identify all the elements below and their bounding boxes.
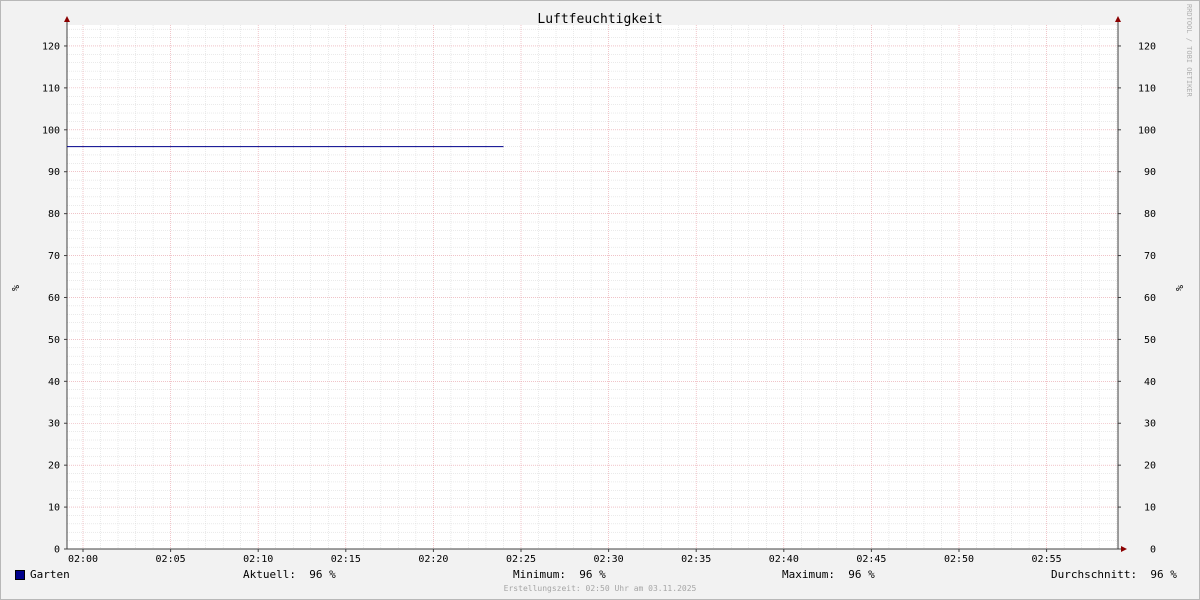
stat-average-value: 96 % — [1150, 568, 1177, 581]
legend-swatch — [15, 570, 25, 580]
stat-current: Aktuell: 96 % — [243, 568, 336, 581]
y-tick-label-left: 80 — [48, 209, 60, 220]
y-tick-label-right: 70 — [1144, 251, 1156, 262]
x-tick-label: 02:25 — [506, 554, 536, 565]
y-tick-label-right: 40 — [1144, 377, 1156, 388]
x-tick-label: 02:05 — [156, 554, 186, 565]
creation-timestamp: Erstellungszeit: 02:50 Uhr am 03.11.2025 — [503, 584, 697, 593]
stat-minimum-label: Minimum: — [513, 568, 566, 581]
legend: Garten Aktuell: 96 % Minimum: 96 % Maxim… — [0, 568, 1200, 584]
y-tick-label-left: 90 — [48, 167, 60, 178]
watermark: RRDTOOL / TOBI OETIKER — [1185, 4, 1193, 98]
x-tick-label: 02:10 — [243, 554, 273, 565]
y-tick-label-left: 100 — [42, 125, 60, 136]
y-tick-label-right: 50 — [1144, 335, 1156, 346]
y-tick-label-right: 110 — [1138, 83, 1156, 94]
stat-maximum-label: Maximum: — [782, 568, 835, 581]
x-tick-label: 02:40 — [769, 554, 799, 565]
stat-minimum: Minimum: 96 % — [513, 568, 606, 581]
y-tick-label-right: 10 — [1144, 503, 1156, 514]
plot-area — [67, 25, 1118, 549]
chart: 0 0 10 10 20 20 30 30 40 40 50 50 60 60 70 70 80 80 90 90 10… — [9, 4, 1193, 565]
y-tick-label-left: 30 — [48, 419, 60, 430]
x-tick-label: 02:50 — [944, 554, 974, 565]
y-axis-arrow-left — [64, 16, 70, 22]
legend-series-name: Garten — [30, 568, 70, 581]
y-tick-label-right: 100 — [1138, 125, 1156, 136]
x-tick-label: 02:45 — [856, 554, 886, 565]
y-tick-label-right: 80 — [1144, 209, 1156, 220]
y-tick-label-right: 20 — [1144, 461, 1156, 472]
y-tick-label-left: 110 — [42, 83, 60, 94]
chart-title: Luftfeuchtigkeit — [537, 12, 662, 27]
x-axis-arrow — [1121, 546, 1127, 552]
x-tick-label: 02:30 — [594, 554, 624, 565]
y-tick-label-right: 90 — [1144, 167, 1156, 178]
stat-current-label: Aktuell: — [243, 568, 296, 581]
x-tick-label: 02:15 — [331, 554, 361, 565]
x-tick-label: 02:00 — [68, 554, 98, 565]
stat-average-label: Durchschnitt: — [1051, 568, 1138, 581]
y-tick-label-left: 50 — [48, 335, 60, 346]
stat-minimum-value: 96 % — [579, 568, 606, 581]
y-axis-arrow-right — [1115, 16, 1121, 22]
y-tick-label-right: 0 — [1150, 545, 1156, 556]
y-tick-label-right: 60 — [1144, 293, 1156, 304]
y-tick-label-left: 40 — [48, 377, 60, 388]
y-axis-label-right: % — [1173, 285, 1184, 291]
stat-maximum: Maximum: 96 % — [782, 568, 875, 581]
y-tick-label-left: 60 — [48, 293, 60, 304]
y-tick-label-left: 70 — [48, 251, 60, 262]
y-tick-label-right: 30 — [1144, 419, 1156, 430]
y-tick-label-left: 10 — [48, 503, 60, 514]
y-tick-label-right: 120 — [1138, 41, 1156, 52]
stat-maximum-value: 96 % — [848, 568, 875, 581]
x-tick-label: 02:20 — [418, 554, 448, 565]
y-tick-label-left: 0 — [54, 545, 60, 556]
stat-current-value: 96 % — [309, 568, 336, 581]
y-tick-label-left: 120 — [42, 41, 60, 52]
stat-average: Durchschnitt: 96 % — [1051, 568, 1177, 581]
y-tick-label-left: 20 — [48, 461, 60, 472]
y-axis-label-left: % — [9, 285, 20, 291]
x-tick-label: 02:55 — [1032, 554, 1062, 565]
x-tick-label: 02:35 — [681, 554, 711, 565]
